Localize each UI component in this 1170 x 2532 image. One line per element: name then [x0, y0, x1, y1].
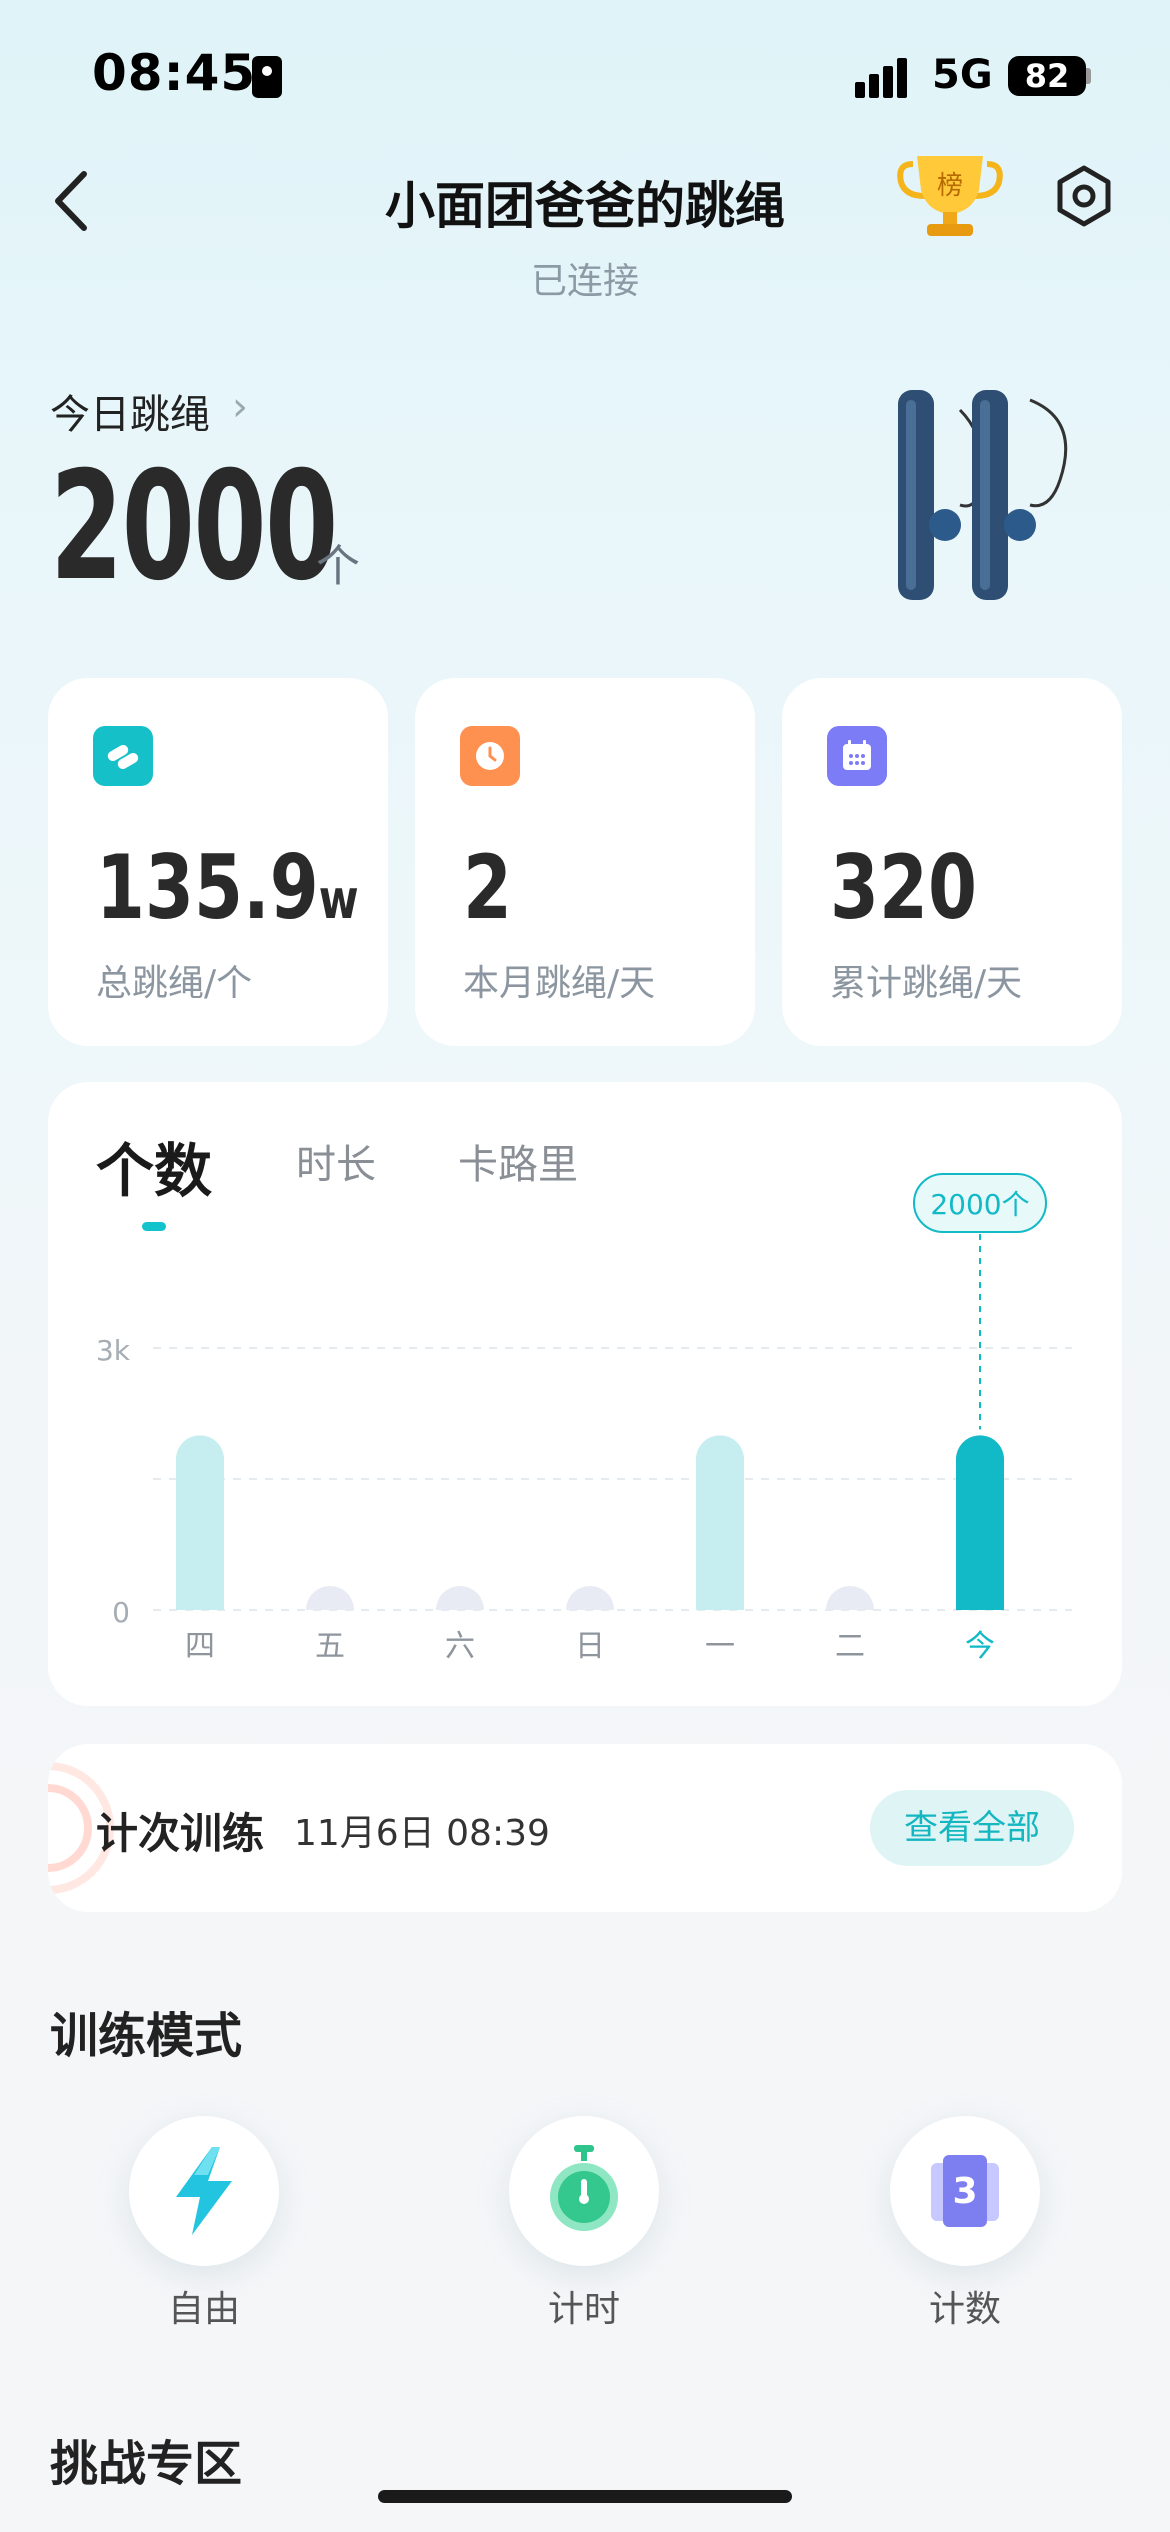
mode-label: 计时 — [547, 2289, 620, 2330]
leaderboard-trophy-icon[interactable]: 榜 — [895, 150, 1005, 240]
mode-count[interactable]: 3 计数 — [890, 2116, 1040, 2332]
bar-empty — [306, 1586, 354, 1610]
mode-label: 自由 — [167, 2289, 240, 2330]
home-indicator[interactable] — [378, 2490, 792, 2503]
bar — [956, 1435, 1004, 1610]
stat-label: 总跳绳/个 — [96, 963, 253, 1004]
lightning-icon — [176, 2147, 232, 2235]
counter-icon: 3 — [931, 2155, 999, 2227]
status-time: 08:45 — [92, 44, 257, 102]
stopwatch-icon — [550, 2145, 618, 2231]
stat-label: 本月跳绳/天 — [463, 963, 656, 1004]
training-modes-title: 训练模式 — [50, 2008, 243, 2064]
mode-icon-wrap[interactable] — [509, 2116, 659, 2266]
connection-status: 已连接 — [530, 261, 639, 302]
stat-value: 135.9w — [96, 836, 359, 939]
x-tick-label: 今 — [965, 1629, 995, 1664]
svg-text:3: 3 — [952, 2171, 977, 2212]
bar-empty — [826, 1586, 874, 1610]
trophy-text: 榜 — [937, 171, 963, 201]
mode-icon-wrap[interactable]: 3 — [890, 2116, 1040, 2266]
chart-card: 个数 时长 卡路里 0 3k 四五六日一二今 2000个 — [48, 1082, 1122, 1706]
x-tick-label: 四 — [185, 1629, 215, 1664]
signal-icon — [855, 58, 907, 98]
bar-empty — [566, 1586, 614, 1610]
mode-timer[interactable]: 计时 — [509, 2116, 659, 2332]
jump-rope-image — [898, 390, 1068, 600]
record-title: 计次训练 — [96, 1809, 265, 1858]
calendar-icon — [827, 726, 887, 786]
today-unit: 个 — [316, 541, 360, 592]
battery-cap — [1086, 68, 1091, 84]
mode-label: 计数 — [928, 2289, 1001, 2330]
rope-icon — [93, 726, 153, 786]
today-label[interactable]: 今日跳绳 — [50, 382, 210, 440]
x-tick-label: 六 — [445, 1629, 475, 1664]
today-count: 2000 — [50, 440, 338, 614]
battery-level: 82 — [1008, 56, 1086, 96]
x-tick-label: 日 — [575, 1629, 605, 1664]
y-tick-label: 3k — [96, 1334, 131, 1367]
stat-value: 320 — [830, 836, 977, 939]
clock-icon — [460, 726, 520, 786]
record-time: 11月6日 08:39 — [294, 1813, 550, 1854]
view-all-button[interactable]: 查看全部 — [870, 1790, 1074, 1866]
mode-free[interactable]: 自由 — [129, 2116, 279, 2332]
bar-empty — [436, 1586, 484, 1610]
bar — [696, 1435, 744, 1610]
training-record-card[interactable]: 计次训练 11月6日 08:39 查看全部 — [48, 1744, 1122, 1912]
stat-card-total[interactable]: 135.9w 总跳绳/个 — [48, 678, 388, 1046]
network-type: 5G — [932, 52, 993, 98]
x-tick-label: 一 — [705, 1629, 735, 1664]
x-tick-label: 二 — [835, 1629, 865, 1664]
challenge-zone-title: 挑战专区 — [50, 2436, 243, 2492]
tooltip-label: 2000个 — [930, 1188, 1029, 1221]
stat-value: 2 — [463, 836, 512, 939]
mode-icon-wrap[interactable] — [129, 2116, 279, 2266]
x-tick-label: 五 — [315, 1629, 345, 1664]
orientation-lock-icon — [252, 56, 282, 98]
y-tick-label: 0 — [112, 1596, 130, 1629]
stat-card-cumulative[interactable]: 320 累计跳绳/天 — [782, 678, 1122, 1046]
chevron-right-icon[interactable]: › — [232, 384, 248, 430]
stat-card-month[interactable]: 2 本月跳绳/天 — [415, 678, 755, 1046]
bar — [176, 1435, 224, 1610]
stat-label: 累计跳绳/天 — [830, 963, 1023, 1004]
bar-chart[interactable]: 0 3k 四 五 六 日 一 二 今 2000个 — [48, 1082, 1122, 1706]
settings-icon[interactable] — [1052, 164, 1116, 228]
